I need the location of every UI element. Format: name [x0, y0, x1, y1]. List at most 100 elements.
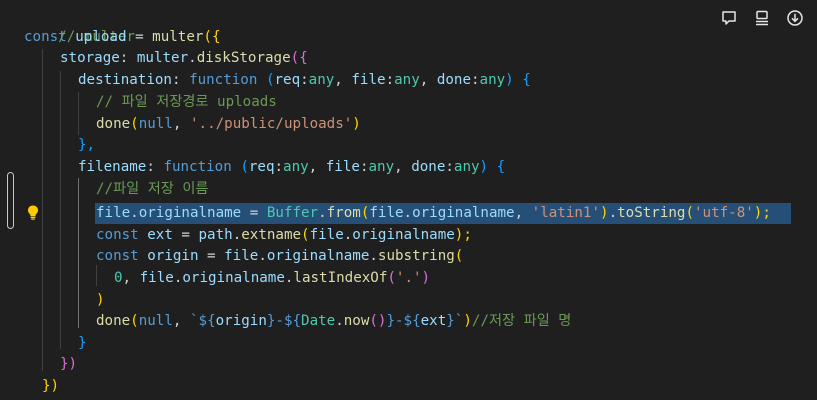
token: ,: [334, 72, 352, 88]
token: .: [318, 205, 327, 221]
token: ): [421, 270, 431, 286]
download-button[interactable]: [783, 6, 807, 30]
token: ): [479, 159, 489, 175]
token: const: [96, 248, 139, 264]
comment-button[interactable]: [717, 6, 741, 30]
code-line[interactable]: // 파일 저장경로 uploads: [96, 92, 277, 114]
token: lastIndexOf: [293, 270, 388, 286]
gutter-marker[interactable]: [7, 172, 14, 229]
token: req: [274, 72, 301, 88]
token: :: [300, 72, 309, 88]
code-line[interactable]: storage: multer.diskStorage({: [60, 48, 308, 70]
token: originalname: [352, 227, 455, 243]
list-button[interactable]: [750, 6, 774, 30]
token: 'utf-8': [694, 205, 754, 221]
token: path: [198, 227, 233, 243]
token: originalname: [412, 205, 515, 221]
code-line[interactable]: //파일 저장 이름: [96, 179, 208, 201]
token: null: [138, 313, 173, 329]
token: :: [171, 72, 181, 88]
indent-guide: [78, 92, 79, 135]
token: null: [138, 116, 173, 132]
code-line[interactable]: destination: function (req:any, file:any…: [78, 70, 531, 92]
token: }-${: [386, 313, 421, 329]
token: .: [369, 248, 378, 264]
code-line[interactable]: done(null, '../public/uploads'): [96, 114, 361, 136]
token: '.': [395, 270, 422, 286]
token: =: [241, 205, 267, 221]
token: file: [369, 205, 404, 221]
code-line[interactable]: }): [42, 376, 59, 398]
indent-guide: [78, 178, 79, 328]
comment-icon: [722, 11, 737, 25]
token: Date: [301, 313, 336, 329]
token: ,: [419, 72, 437, 88]
token: }-${: [266, 313, 302, 329]
token: multer: [136, 50, 189, 66]
download-icon: [786, 10, 803, 26]
token: {: [522, 72, 531, 88]
code-line[interactable]: // multer: [24, 5, 135, 45]
indent-guide: [96, 265, 97, 286]
code-line[interactable]: done(null, `${origin}-${Date.now()}-${ex…: [96, 311, 571, 333]
token: (): [369, 313, 387, 329]
token: :: [146, 159, 155, 175]
token: (: [240, 159, 249, 175]
code-line[interactable]: const ext = path.extname(file.originalna…: [96, 225, 472, 247]
code-line[interactable]: }): [60, 354, 77, 376]
code-line[interactable]: ): [96, 290, 105, 312]
lightbulb-icon[interactable]: [26, 204, 40, 221]
token: filename: [78, 159, 147, 175]
token: done: [436, 72, 471, 88]
code-line[interactable]: }: [78, 333, 87, 355]
token: ({: [290, 50, 308, 66]
code-line[interactable]: },: [78, 135, 95, 157]
code-line-selected[interactable]: file.originalname = Buffer.from(file.ori…: [96, 203, 771, 225]
token: (: [265, 72, 275, 88]
token: );: [454, 227, 472, 243]
token: ): [352, 116, 361, 132]
token: }: [78, 335, 87, 351]
token: function: [163, 159, 232, 175]
token: destination: [78, 72, 172, 88]
token: file: [96, 205, 131, 221]
code-editor[interactable]: // multer const upload = multer({ storag…: [0, 0, 817, 400]
code-line[interactable]: 0, file.originalname.lastIndexOf('.'): [114, 268, 430, 290]
token: 0: [114, 270, 123, 286]
token: .: [335, 313, 344, 329]
token: any: [308, 72, 335, 88]
token: ,: [308, 159, 326, 175]
token: ext: [420, 313, 447, 329]
comment: //파일 저장 이름: [96, 181, 209, 197]
token: done: [411, 159, 446, 175]
token: =: [135, 29, 144, 45]
token: .: [403, 205, 413, 221]
token: ): [463, 313, 472, 329]
token: Buffer: [266, 205, 319, 221]
token: originalname: [138, 205, 242, 221]
token: file: [224, 248, 259, 264]
token: diskStorage: [196, 50, 291, 66]
token: );: [753, 205, 771, 221]
token: done: [96, 116, 131, 132]
token: :: [274, 159, 284, 175]
token: from: [326, 205, 361, 221]
token: ,: [394, 159, 412, 175]
token: },: [78, 137, 96, 153]
code-line[interactable]: const upload = multer({: [24, 27, 221, 49]
token: `${: [189, 313, 216, 329]
token: .: [130, 205, 139, 221]
token: originalname: [182, 270, 285, 286]
token: storage: [60, 50, 120, 66]
token: 'latin1': [531, 205, 601, 221]
token: upload: [75, 29, 127, 45]
indent-guide: [60, 71, 61, 349]
code-line[interactable]: filename: function (req:any, file:any, d…: [78, 157, 505, 179]
token: }): [60, 356, 78, 372]
token: =: [198, 248, 225, 264]
token: function: [189, 72, 258, 88]
token: .: [608, 205, 618, 221]
code-line[interactable]: const origin = file.originalname.substri…: [96, 246, 463, 268]
token: (: [387, 270, 396, 286]
token: substring: [377, 248, 455, 264]
